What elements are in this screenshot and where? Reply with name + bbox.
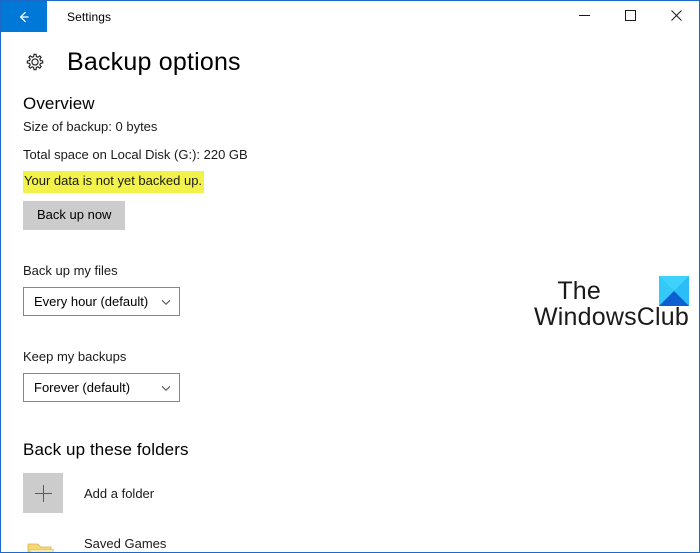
minimize-button[interactable] bbox=[561, 1, 607, 32]
folder-name: Saved Games bbox=[84, 536, 167, 552]
back-arrow-icon bbox=[16, 9, 32, 25]
keep-backups-label: Keep my backups bbox=[23, 349, 127, 365]
plus-icon bbox=[34, 484, 52, 502]
maximize-button[interactable] bbox=[607, 1, 653, 32]
chevron-down-icon bbox=[153, 296, 179, 308]
backup-frequency-label: Back up my files bbox=[23, 263, 118, 279]
folders-heading: Back up these folders bbox=[23, 440, 189, 460]
back-up-now-button[interactable]: Back up now bbox=[23, 201, 126, 231]
keep-backups-dropdown[interactable]: Forever (default) bbox=[23, 373, 180, 403]
content-area: Overview Size of backup: 0 bytes Total s… bbox=[1, 75, 699, 552]
total-space-text: Total space on Local Disk (G:): 220 GB bbox=[23, 146, 248, 162]
settings-window: Settings Backup options Overview Size of… bbox=[0, 0, 700, 553]
minimize-icon bbox=[578, 8, 590, 26]
list-item[interactable]: Saved Games C:\Users\Vera bbox=[23, 535, 699, 552]
backup-frequency-dropdown[interactable]: Every hour (default) bbox=[23, 287, 180, 317]
add-folder-row[interactable]: Add a folder bbox=[23, 473, 699, 514]
page-title: Backup options bbox=[67, 47, 241, 76]
close-button[interactable] bbox=[653, 1, 699, 32]
add-folder-label: Add a folder bbox=[84, 485, 155, 501]
back-button[interactable] bbox=[1, 1, 47, 32]
keep-backups-value: Forever (default) bbox=[34, 380, 131, 396]
gear-icon bbox=[22, 49, 48, 75]
add-folder-button[interactable] bbox=[23, 473, 63, 514]
title-bar: Settings bbox=[1, 1, 699, 32]
overview-heading: Overview bbox=[23, 94, 95, 113]
saved-games-folder-icon bbox=[23, 535, 63, 552]
maximize-icon bbox=[624, 8, 636, 26]
keep-backups-group: Keep my backups Forever (default) bbox=[23, 349, 699, 403]
size-of-backup-text: Size of backup: 0 bytes bbox=[23, 119, 158, 135]
close-icon bbox=[670, 8, 682, 26]
backup-status-row: Your data is not yet backed up. bbox=[23, 171, 699, 194]
window-controls bbox=[561, 1, 699, 32]
backup-frequency-group: Back up my files Every hour (default) bbox=[23, 263, 699, 317]
chevron-down-icon bbox=[153, 382, 179, 394]
backup-status-text: Your data is not yet backed up. bbox=[23, 171, 205, 194]
page-header: Backup options bbox=[1, 49, 699, 75]
folder-text-block: Saved Games C:\Users\Vera bbox=[84, 535, 167, 552]
backup-frequency-value: Every hour (default) bbox=[34, 294, 149, 310]
window-title: Settings bbox=[67, 9, 112, 24]
